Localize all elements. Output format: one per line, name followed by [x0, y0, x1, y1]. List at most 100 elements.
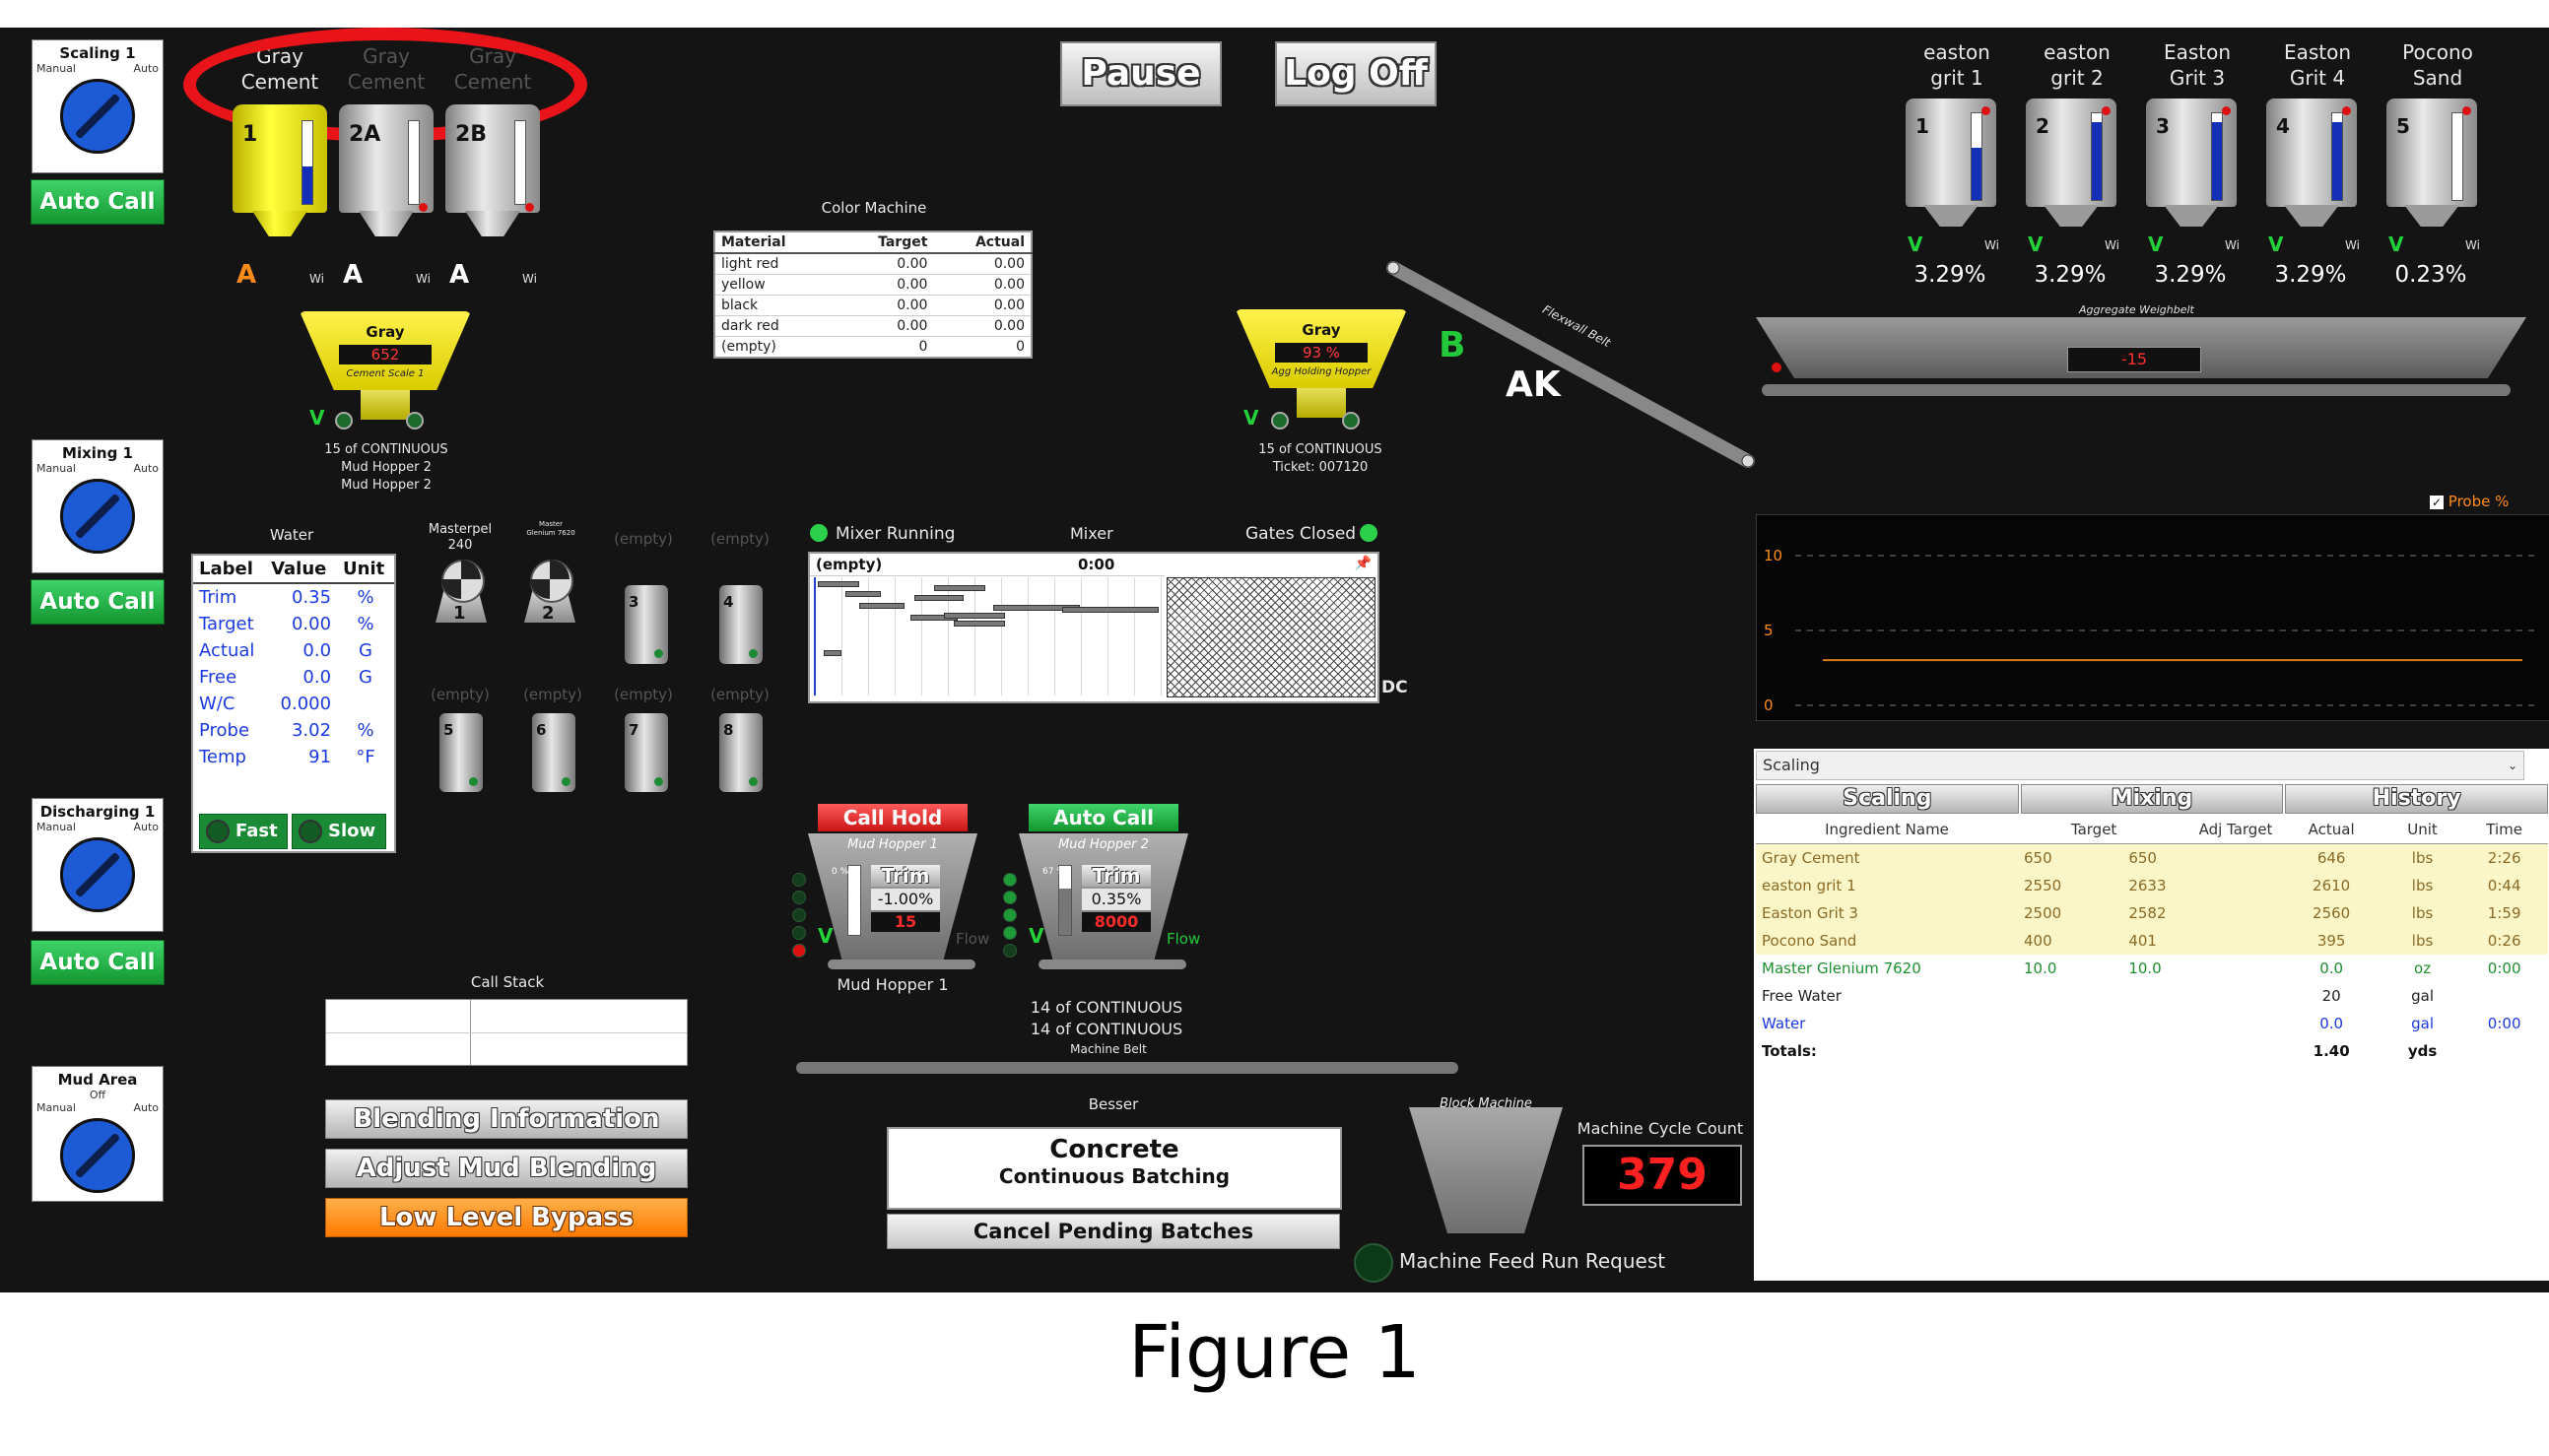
- selector-knob-icon[interactable]: [60, 479, 135, 554]
- cement-silo-1[interactable]: 1: [233, 104, 327, 242]
- table-cell: Trim: [199, 587, 237, 608]
- aggregate-bin-3[interactable]: 3: [2146, 99, 2237, 254]
- mixer-step-bar: [1062, 607, 1159, 613]
- cement-valve-v: V: [309, 406, 325, 430]
- table-cell: gal: [2411, 987, 2434, 1005]
- table-row[interactable]: Totals: 1.40 yds: [1756, 1037, 2548, 1065]
- trim-label[interactable]: Trim: [1082, 865, 1151, 887]
- pause-button[interactable]: Pause: [1060, 41, 1222, 106]
- block-machine-icon[interactable]: [1409, 1107, 1563, 1233]
- cement-silo-2b[interactable]: 2B: [445, 104, 540, 242]
- table-cell: 2:26: [2460, 843, 2548, 872]
- status-led-icon: [792, 891, 806, 904]
- status-led-icon: [792, 944, 806, 958]
- weighbelt-title: Aggregate Weighbelt: [2079, 303, 2194, 316]
- status-led-icon: [1271, 412, 1289, 430]
- tab-scaling[interactable]: Scaling: [1756, 784, 2019, 814]
- mixer-step-bar: [859, 603, 905, 609]
- selector-knob-icon[interactable]: [60, 837, 135, 912]
- tab-history[interactable]: History: [2285, 784, 2549, 814]
- scaling-dropdown[interactable]: Scaling ⌄: [1756, 751, 2524, 780]
- table-cell: G: [359, 640, 372, 661]
- aggregate-bin-2[interactable]: 2: [2026, 99, 2116, 254]
- mixing-switch[interactable]: Mixing 1 Manual Auto: [32, 439, 164, 573]
- water-row: W/C 0.000: [193, 691, 394, 717]
- pin-icon[interactable]: 📌: [1355, 556, 1372, 571]
- admix-pump-1[interactable]: 1: [426, 560, 497, 630]
- aggregate-percent: 0.23%: [2394, 262, 2467, 288]
- table-cell: 0: [837, 336, 934, 359]
- table-row[interactable]: Free Water 20 gal: [1756, 982, 2548, 1010]
- table-cell: lbs: [2383, 927, 2461, 955]
- admix-tank[interactable]: 6: [532, 713, 575, 792]
- admix-tank[interactable]: 5: [439, 713, 483, 792]
- table-row[interactable]: Master Glenium 7620 10.0 10.0 0.0 oz 0:00: [1756, 955, 2548, 982]
- besser-status: Concrete Continuous Batching: [887, 1127, 1342, 1210]
- manual-label: Manual: [36, 1101, 76, 1114]
- admix-tank[interactable]: 7: [625, 713, 668, 792]
- adjust-mud-blending-button[interactable]: Adjust Mud Blending: [325, 1149, 688, 1188]
- cement-silo-2a[interactable]: 2A: [339, 104, 434, 242]
- call-stack-table[interactable]: [325, 999, 688, 1066]
- slow-button[interactable]: Slow: [292, 814, 386, 849]
- discharging-switch[interactable]: Discharging 1 Manual Auto: [32, 798, 164, 932]
- status-led-icon: [335, 412, 353, 430]
- discharging-auto-call-button[interactable]: Auto Call: [31, 940, 165, 985]
- mixing-auto-call-button[interactable]: Auto Call: [31, 579, 165, 625]
- checkbox-icon[interactable]: ✓: [2430, 495, 2444, 509]
- status-led-icon: [1003, 908, 1017, 922]
- table-cell: %: [357, 614, 374, 634]
- admix-pump-2[interactable]: 2: [514, 560, 585, 630]
- aggregate-bin-4[interactable]: 4: [2266, 99, 2357, 254]
- aggregate-bin-1[interactable]: 1: [1906, 99, 1996, 254]
- log-off-button[interactable]: Log Off: [1275, 41, 1437, 106]
- table-cell: 2610: [2278, 872, 2384, 899]
- led-icon: [299, 820, 322, 843]
- aggregate-bin-5[interactable]: 5: [2386, 99, 2477, 254]
- mud-hopper-name: Mud Hopper 1: [847, 837, 938, 852]
- admix-label: (empty): [431, 686, 490, 703]
- flexwall-belt: [1386, 261, 1755, 468]
- blending-information-button[interactable]: Blending Information: [325, 1099, 688, 1139]
- table-row[interactable]: Water 0.0 gal 0:00: [1756, 1010, 2548, 1037]
- table-row[interactable]: Easton Grit 3 2500 2582 2560 lbs 1:59: [1756, 899, 2548, 927]
- scaling-auto-call-button[interactable]: Auto Call: [31, 179, 165, 225]
- table-cell: 650: [2122, 843, 2279, 872]
- table-cell: 0.0: [2319, 960, 2344, 977]
- table-cell: dark red: [714, 315, 837, 337]
- table-cell: 2500: [2018, 899, 2123, 927]
- low-level-bypass-button[interactable]: Low Level Bypass: [325, 1198, 688, 1237]
- valve-v: V: [818, 924, 834, 948]
- mixer-step-bar: [824, 650, 841, 656]
- hmi-screen: Scaling 1 Manual Auto Auto Call Mixing 1 …: [0, 28, 2549, 1292]
- mixer-running-label: Mixer Running: [836, 524, 956, 544]
- selector-knob-icon[interactable]: [60, 1118, 135, 1193]
- table-row[interactable]: easton grit 1 2550 2633 2610 lbs 0:44: [1756, 872, 2548, 899]
- scaling-switch[interactable]: Scaling 1 Manual Auto: [32, 39, 164, 173]
- mud-hopper-1-button[interactable]: Call Hold: [818, 804, 968, 831]
- water-row: Probe 3.02%: [193, 717, 394, 744]
- mixer-step-bar: [818, 581, 859, 587]
- tab-mixing[interactable]: Mixing: [2020, 784, 2284, 814]
- admix-tank[interactable]: 3: [625, 585, 668, 664]
- table-cell: [2460, 982, 2548, 1010]
- flow-label: Flow: [1167, 930, 1201, 948]
- color-row: yellow 0.00 0.00: [714, 274, 1032, 296]
- cycle-count-label: Machine Cycle Count: [1576, 1119, 1744, 1138]
- fast-button[interactable]: Fast: [199, 814, 288, 849]
- mud-hopper-2-button[interactable]: Auto Call: [1029, 804, 1178, 831]
- admix-tank[interactable]: 8: [719, 713, 763, 792]
- table-cell: Actual: [199, 640, 255, 661]
- mud-area-switch[interactable]: Mud Area Off Manual Auto: [32, 1066, 164, 1202]
- trim-label[interactable]: Trim: [871, 865, 940, 887]
- selector-knob-icon[interactable]: [60, 79, 135, 154]
- table-row[interactable]: Pocono Sand 400 401 395 lbs 0:26: [1756, 927, 2548, 955]
- figure-caption: Figure 1: [1128, 1310, 1421, 1395]
- table-row[interactable]: Gray Cement 650 650 646 lbs 2:26: [1756, 843, 2548, 872]
- probe-checkbox[interactable]: ✓ Probe %: [2430, 493, 2509, 510]
- scale-material: Gray: [366, 323, 405, 341]
- admix-tank[interactable]: 4: [719, 585, 763, 664]
- column-header: Target: [2070, 821, 2117, 838]
- cancel-pending-batches-button[interactable]: Cancel Pending Batches: [887, 1214, 1340, 1249]
- cement-scale[interactable]: Gray 652 Cement Scale 1: [300, 311, 471, 428]
